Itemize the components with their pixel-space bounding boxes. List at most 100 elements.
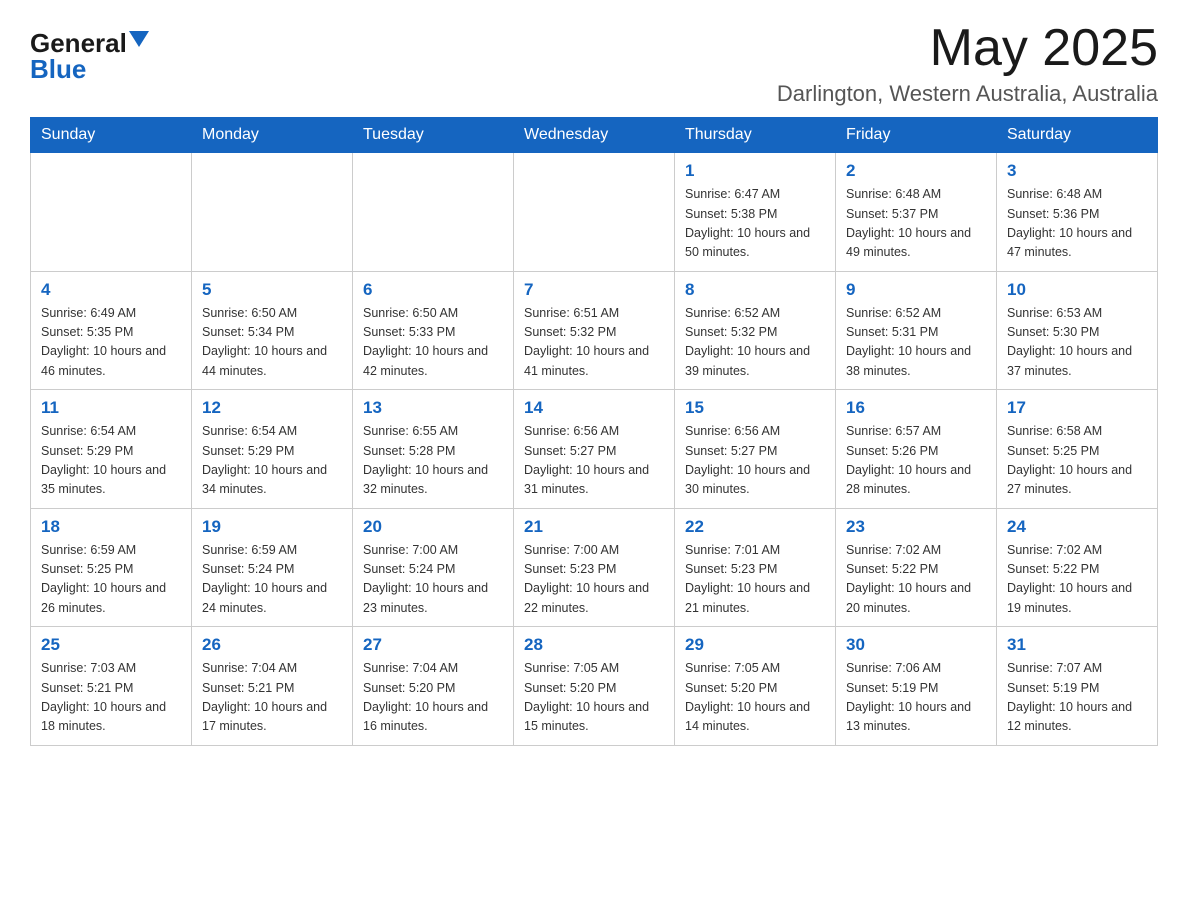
page-header: General Blue May 2025 Darlington, Wester…: [30, 20, 1158, 107]
calendar-cell: 9 Sunrise: 6:52 AM Sunset: 5:31 PM Daylig…: [836, 271, 997, 390]
day-number: 7: [524, 280, 664, 300]
day-number: 5: [202, 280, 342, 300]
day-number: 11: [41, 398, 181, 418]
day-info: Sunrise: 7:02 AM Sunset: 5:22 PM Dayligh…: [846, 541, 986, 619]
day-info: Sunrise: 7:00 AM Sunset: 5:23 PM Dayligh…: [524, 541, 664, 619]
calendar-cell: 19 Sunrise: 6:59 AM Sunset: 5:24 PM Dayli…: [192, 508, 353, 627]
day-number: 20: [363, 517, 503, 537]
day-info: Sunrise: 6:59 AM Sunset: 5:25 PM Dayligh…: [41, 541, 181, 619]
calendar-cell: 14 Sunrise: 6:56 AM Sunset: 5:27 PM Dayli…: [514, 390, 675, 509]
calendar-header-row: SundayMondayTuesdayWednesdayThursdayFrid…: [31, 118, 1158, 153]
day-info: Sunrise: 7:03 AM Sunset: 5:21 PM Dayligh…: [41, 659, 181, 737]
calendar-cell: 21 Sunrise: 7:00 AM Sunset: 5:23 PM Dayli…: [514, 508, 675, 627]
calendar-cell: 4 Sunrise: 6:49 AM Sunset: 5:35 PM Daylig…: [31, 271, 192, 390]
calendar-cell: 6 Sunrise: 6:50 AM Sunset: 5:33 PM Daylig…: [353, 271, 514, 390]
day-number: 10: [1007, 280, 1147, 300]
calendar-cell: 28Sunrise: 7:05 AM Sunset: 5:20 PM Dayli…: [514, 627, 675, 746]
calendar-cell: 7 Sunrise: 6:51 AM Sunset: 5:32 PM Daylig…: [514, 271, 675, 390]
logo-blue-text: Blue: [30, 56, 86, 82]
day-number: 14: [524, 398, 664, 418]
location-title: Darlington, Western Australia, Australia: [777, 81, 1158, 107]
day-info: Sunrise: 6:58 AM Sunset: 5:25 PM Dayligh…: [1007, 422, 1147, 500]
calendar-week-row: 11 Sunrise: 6:54 AM Sunset: 5:29 PM Dayli…: [31, 390, 1158, 509]
day-info: Sunrise: 6:47 AM Sunset: 5:38 PM Dayligh…: [685, 185, 825, 263]
weekday-header-saturday: Saturday: [997, 118, 1158, 153]
day-number: 16: [846, 398, 986, 418]
day-info: Sunrise: 7:02 AM Sunset: 5:22 PM Dayligh…: [1007, 541, 1147, 619]
calendar-cell: 1 Sunrise: 6:47 AM Sunset: 5:38 PM Daylig…: [675, 153, 836, 272]
calendar-table: SundayMondayTuesdayWednesdayThursdayFrid…: [30, 117, 1158, 746]
calendar-cell: 27 Sunrise: 7:04 AM Sunset: 5:20 PM Dayli…: [353, 627, 514, 746]
calendar-cell: 29 Sunrise: 7:05 AM Sunset: 5:20 PM Dayli…: [675, 627, 836, 746]
day-number: 17: [1007, 398, 1147, 418]
calendar-cell: 18 Sunrise: 6:59 AM Sunset: 5:25 PM Dayli…: [31, 508, 192, 627]
day-number: 29: [685, 635, 825, 655]
day-number: 27: [363, 635, 503, 655]
logo-general-text: General: [30, 30, 127, 56]
day-info: Sunrise: 7:06 AM Sunset: 5:19 PM Dayligh…: [846, 659, 986, 737]
weekday-header-tuesday: Tuesday: [353, 118, 514, 153]
day-number: 12: [202, 398, 342, 418]
day-info: Sunrise: 6:54 AM Sunset: 5:29 PM Dayligh…: [202, 422, 342, 500]
calendar-cell: [192, 153, 353, 272]
calendar-cell: 11 Sunrise: 6:54 AM Sunset: 5:29 PM Dayli…: [31, 390, 192, 509]
calendar-cell: 13Sunrise: 6:55 AM Sunset: 5:28 PM Dayli…: [353, 390, 514, 509]
day-info: Sunrise: 6:51 AM Sunset: 5:32 PM Dayligh…: [524, 304, 664, 382]
day-info: Sunrise: 6:50 AM Sunset: 5:34 PM Dayligh…: [202, 304, 342, 382]
calendar-cell: 15 Sunrise: 6:56 AM Sunset: 5:27 PM Dayli…: [675, 390, 836, 509]
weekday-header-friday: Friday: [836, 118, 997, 153]
calendar-cell: 24 Sunrise: 7:02 AM Sunset: 5:22 PM Dayli…: [997, 508, 1158, 627]
calendar-cell: 5 Sunrise: 6:50 AM Sunset: 5:34 PM Daylig…: [192, 271, 353, 390]
day-number: 19: [202, 517, 342, 537]
calendar-cell: 25 Sunrise: 7:03 AM Sunset: 5:21 PM Dayli…: [31, 627, 192, 746]
day-info: Sunrise: 6:56 AM Sunset: 5:27 PM Dayligh…: [685, 422, 825, 500]
day-number: 31: [1007, 635, 1147, 655]
day-info: Sunrise: 7:07 AM Sunset: 5:19 PM Dayligh…: [1007, 659, 1147, 737]
day-info: Sunrise: 7:05 AM Sunset: 5:20 PM Dayligh…: [685, 659, 825, 737]
calendar-cell: 23 Sunrise: 7:02 AM Sunset: 5:22 PM Dayli…: [836, 508, 997, 627]
logo-triangle-icon: [129, 31, 149, 47]
day-info: Sunrise: 6:52 AM Sunset: 5:31 PM Dayligh…: [846, 304, 986, 382]
calendar-cell: 31 Sunrise: 7:07 AM Sunset: 5:19 PM Dayli…: [997, 627, 1158, 746]
calendar-cell: [353, 153, 514, 272]
calendar-cell: 8Sunrise: 6:52 AM Sunset: 5:32 PM Daylig…: [675, 271, 836, 390]
weekday-header-monday: Monday: [192, 118, 353, 153]
calendar-cell: 20 Sunrise: 7:00 AM Sunset: 5:24 PM Dayli…: [353, 508, 514, 627]
day-number: 30: [846, 635, 986, 655]
day-info: Sunrise: 7:00 AM Sunset: 5:24 PM Dayligh…: [363, 541, 503, 619]
calendar-cell: 16Sunrise: 6:57 AM Sunset: 5:26 PM Dayli…: [836, 390, 997, 509]
day-number: 23: [846, 517, 986, 537]
day-info: Sunrise: 6:48 AM Sunset: 5:36 PM Dayligh…: [1007, 185, 1147, 263]
day-number: 15: [685, 398, 825, 418]
calendar-cell: 12 Sunrise: 6:54 AM Sunset: 5:29 PM Dayli…: [192, 390, 353, 509]
day-number: 24: [1007, 517, 1147, 537]
day-info: Sunrise: 6:50 AM Sunset: 5:33 PM Dayligh…: [363, 304, 503, 382]
day-number: 4: [41, 280, 181, 300]
day-number: 22: [685, 517, 825, 537]
day-number: 9: [846, 280, 986, 300]
calendar-cell: 10Sunrise: 6:53 AM Sunset: 5:30 PM Dayli…: [997, 271, 1158, 390]
calendar-cell: 3 Sunrise: 6:48 AM Sunset: 5:36 PM Daylig…: [997, 153, 1158, 272]
calendar-week-row: 18 Sunrise: 6:59 AM Sunset: 5:25 PM Dayli…: [31, 508, 1158, 627]
day-number: 18: [41, 517, 181, 537]
day-info: Sunrise: 6:48 AM Sunset: 5:37 PM Dayligh…: [846, 185, 986, 263]
day-number: 28: [524, 635, 664, 655]
day-info: Sunrise: 6:54 AM Sunset: 5:29 PM Dayligh…: [41, 422, 181, 500]
calendar-cell: [31, 153, 192, 272]
day-info: Sunrise: 7:01 AM Sunset: 5:23 PM Dayligh…: [685, 541, 825, 619]
day-number: 25: [41, 635, 181, 655]
day-number: 3: [1007, 161, 1147, 181]
title-section: May 2025 Darlington, Western Australia, …: [777, 20, 1158, 107]
calendar-cell: 22 Sunrise: 7:01 AM Sunset: 5:23 PM Dayli…: [675, 508, 836, 627]
day-info: Sunrise: 6:56 AM Sunset: 5:27 PM Dayligh…: [524, 422, 664, 500]
day-number: 1: [685, 161, 825, 181]
day-info: Sunrise: 6:59 AM Sunset: 5:24 PM Dayligh…: [202, 541, 342, 619]
calendar-cell: 26Sunrise: 7:04 AM Sunset: 5:21 PM Dayli…: [192, 627, 353, 746]
weekday-header-thursday: Thursday: [675, 118, 836, 153]
calendar-cell: 30 Sunrise: 7:06 AM Sunset: 5:19 PM Dayli…: [836, 627, 997, 746]
logo: General Blue: [30, 30, 149, 82]
day-info: Sunrise: 7:04 AM Sunset: 5:20 PM Dayligh…: [363, 659, 503, 737]
day-number: 6: [363, 280, 503, 300]
day-number: 21: [524, 517, 664, 537]
day-info: Sunrise: 6:49 AM Sunset: 5:35 PM Dayligh…: [41, 304, 181, 382]
